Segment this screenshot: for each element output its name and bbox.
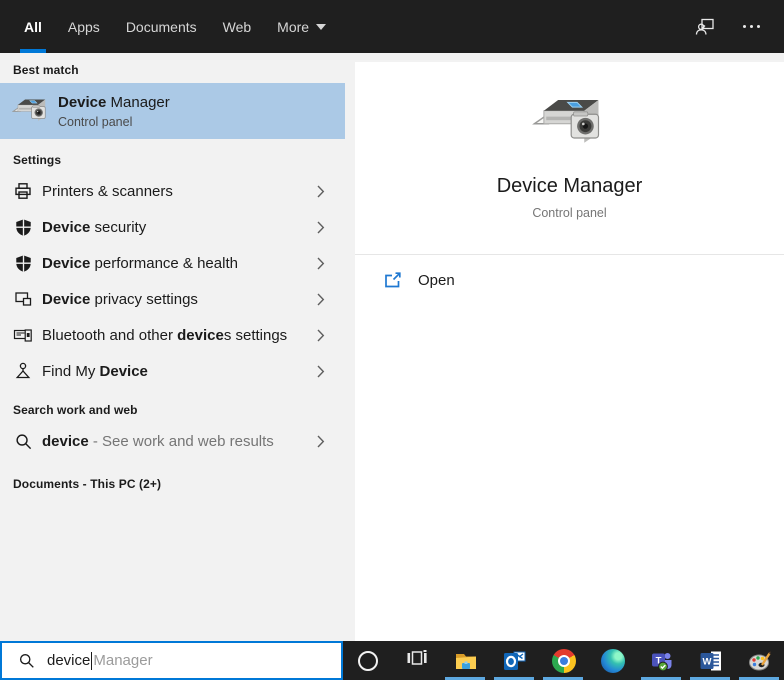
tab-more[interactable]: More (277, 0, 327, 53)
result-printers-scanners[interactable]: Printers & scanners (0, 173, 345, 209)
tab-more-label: More (277, 18, 310, 35)
search-web-section-header: Search work and web (13, 403, 138, 417)
best-match-result-device-manager[interactable]: Device Manager Control panel (0, 83, 345, 139)
search-query-text: device (47, 652, 91, 669)
preview-card: Device Manager Control panel Open (355, 62, 784, 641)
taskbar-task-view-button[interactable] (392, 641, 441, 680)
result-web-search-device[interactable]: device - See work and web results (0, 423, 345, 459)
taskbar-paint-button[interactable] (735, 641, 784, 680)
keyboard-phone-icon (13, 325, 33, 345)
best-match-title: Device Manager (58, 93, 170, 111)
open-action-row[interactable]: Open (355, 255, 784, 305)
result-bluetooth-other-devices[interactable]: Bluetooth and other devices settings (0, 317, 345, 353)
result-device-performance-health[interactable]: Device performance & health (0, 245, 345, 281)
search-results-panel: Best match Device Manager Control panel … (0, 53, 345, 641)
open-external-icon (383, 270, 403, 290)
best-match-header: Best match (13, 63, 79, 77)
result-device-security[interactable]: Device security (0, 209, 345, 245)
result-device-privacy-settings[interactable]: Device privacy settings (0, 281, 345, 317)
taskbar-outlook-button[interactable] (490, 641, 539, 680)
search-icon (18, 652, 35, 669)
cortana-icon (357, 650, 378, 671)
open-action-label: Open (418, 271, 455, 289)
chevron-right-icon (317, 365, 325, 383)
printer-icon (13, 181, 33, 201)
best-match-subtitle: Control panel (58, 114, 133, 129)
taskbar-file-explorer-button[interactable] (441, 641, 490, 680)
search-flyout-topbar: All Apps Documents Web More (0, 0, 784, 53)
search-suggestion-text: Manager (93, 652, 153, 669)
result-label: Bluetooth and other devices settings (42, 326, 288, 344)
chevron-right-icon (317, 257, 325, 275)
result-label: Printers & scanners (42, 182, 173, 200)
taskbar-word-button[interactable]: W (686, 641, 735, 680)
file-explorer-icon (454, 649, 478, 673)
chevron-right-icon (317, 293, 325, 311)
taskbar-edge-button[interactable] (588, 641, 637, 680)
documents-section-header[interactable]: Documents - This PC (2+) (0, 459, 345, 497)
teams-icon: T (650, 649, 674, 673)
chevron-right-icon (317, 221, 325, 239)
tab-apps-label: Apps (67, 18, 100, 35)
chrome-icon (551, 648, 576, 673)
svg-text:W: W (702, 656, 711, 667)
tab-documents-label: Documents (125, 18, 197, 35)
settings-section-header: Settings (13, 153, 62, 167)
chevron-right-icon (317, 185, 325, 203)
preview-subtitle: Control panel (532, 206, 607, 220)
search-filter-tabs: All Apps Documents Web More (20, 0, 327, 53)
tab-web[interactable]: Web (223, 0, 252, 53)
chevron-right-icon (317, 329, 325, 347)
tab-documents[interactable]: Documents (126, 0, 197, 53)
outlook-icon (503, 649, 527, 673)
preview-panel-area: Device Manager Control panel Open (345, 53, 784, 641)
taskbar-chrome-button[interactable] (539, 641, 588, 680)
preview-title: Device Manager (496, 175, 643, 197)
task-view-icon (406, 647, 428, 674)
edge-icon (600, 648, 625, 673)
word-icon: W (699, 649, 723, 673)
search-icon (13, 431, 33, 451)
taskbar: T W (343, 641, 784, 680)
chevron-down-icon (316, 23, 327, 30)
user-account-icon[interactable] (694, 16, 716, 38)
map-pin-icon (13, 361, 33, 381)
tab-all-label: All (24, 18, 42, 35)
result-label: Find My Device (42, 362, 148, 380)
taskbar-teams-button[interactable]: T (637, 641, 686, 680)
device-manager-icon (531, 88, 608, 155)
devices-privacy-icon (13, 289, 33, 309)
result-find-my-device[interactable]: Find My Device (0, 353, 345, 389)
taskbar-cortana-button[interactable] (343, 641, 392, 680)
tab-all[interactable]: All (20, 0, 46, 53)
more-options-icon[interactable] (740, 16, 762, 38)
device-manager-icon (11, 93, 50, 130)
tab-web-label: Web (222, 18, 252, 35)
result-label: device - See work and web results (42, 432, 274, 450)
chevron-right-icon (317, 435, 325, 453)
text-caret (91, 651, 93, 670)
result-label: Device privacy settings (42, 290, 198, 308)
defender-shield-icon (13, 253, 33, 273)
result-label: Device security (42, 218, 147, 236)
search-input[interactable]: device Manager (0, 641, 343, 680)
tab-apps[interactable]: Apps (68, 0, 100, 53)
paint-icon (748, 649, 772, 673)
defender-shield-icon (13, 217, 33, 237)
result-label: Device performance & health (42, 254, 238, 272)
